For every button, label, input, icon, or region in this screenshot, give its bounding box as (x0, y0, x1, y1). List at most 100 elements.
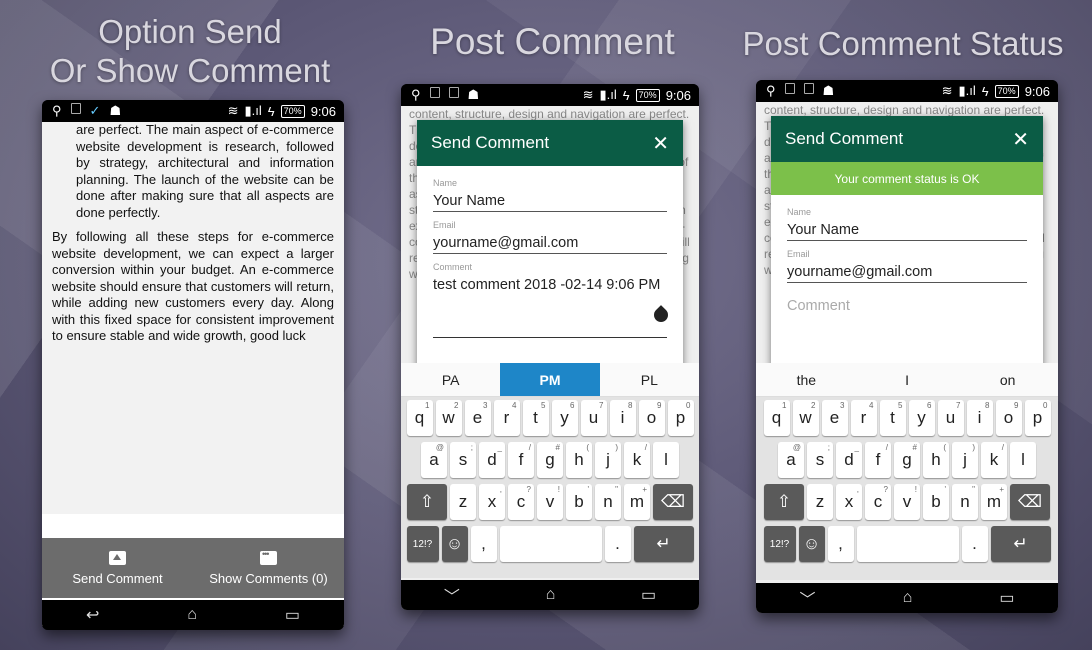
recent-apps-icon[interactable]: ▭ (285, 605, 300, 625)
key-r[interactable]: 4r (850, 400, 877, 436)
key-d[interactable]: _ d (479, 442, 505, 478)
enter-key[interactable]: ↵ (990, 526, 1051, 562)
key-t[interactable]: 5t (879, 400, 906, 436)
key-x[interactable]: ,x (479, 484, 505, 520)
comment-input[interactable]: Comment (787, 295, 1027, 316)
enter-key[interactable]: ↵ (633, 526, 694, 562)
space-key[interactable] (856, 526, 959, 562)
shift-key[interactable]: ⇧ (764, 484, 804, 520)
key-u[interactable]: 7u (580, 400, 607, 436)
key-w[interactable]: 2w (792, 400, 819, 436)
key-e[interactable]: 3e (464, 400, 491, 436)
suggestion-item[interactable]: PL (600, 363, 699, 396)
key-a[interactable]: @ a (778, 442, 804, 478)
emoji-key[interactable]: ☺ (441, 526, 468, 562)
key-x[interactable]: ,x (836, 484, 862, 520)
key-n[interactable]: " n (952, 484, 978, 520)
back-icon[interactable]: ↩ (86, 605, 99, 625)
home-icon[interactable]: ⌂ (903, 589, 913, 607)
key-j[interactable]: ) j (952, 442, 978, 478)
close-icon[interactable]: ✕ (652, 131, 669, 156)
backspace-key[interactable]: ⌫ (653, 484, 693, 520)
recent-apps-icon[interactable]: ▭ (999, 588, 1014, 608)
suggestion-item[interactable]: PA (401, 363, 500, 396)
key-g[interactable]: # g (894, 442, 920, 478)
shift-key[interactable]: ⇧ (407, 484, 447, 520)
symbols-key[interactable]: 12!? (763, 526, 796, 562)
email-field[interactable]: Email yourname@gmail.com (417, 220, 683, 254)
name-input[interactable]: Your Name (787, 219, 1027, 241)
key-o[interactable]: 9o (995, 400, 1022, 436)
suggestion-item-selected[interactable]: PM (500, 363, 600, 396)
send-comment-button[interactable]: Send Comment (42, 538, 193, 598)
symbols-key[interactable]: 12!? (406, 526, 439, 562)
backspace-key[interactable]: ⌫ (1010, 484, 1050, 520)
key-a[interactable]: @ a (421, 442, 447, 478)
close-icon[interactable]: ✕ (1012, 127, 1029, 152)
key-f[interactable]: / f (508, 442, 534, 478)
emoji-key[interactable]: ☺ (798, 526, 825, 562)
comment-field[interactable]: Comment test comment 2018 -02-14 9:06 PM (417, 262, 683, 338)
key-i[interactable]: 8i (609, 400, 636, 436)
comment-field[interactable]: Comment (771, 295, 1043, 316)
back-icon[interactable]: ﹀ (800, 586, 816, 610)
email-input[interactable]: yourname@gmail.com (433, 232, 667, 254)
key-e[interactable]: 3e (821, 400, 848, 436)
key-p[interactable]: 0p (1024, 400, 1051, 436)
suggestion-item[interactable]: the (756, 363, 857, 396)
period-key[interactable]: . (961, 526, 988, 562)
key-b[interactable]: ' b (923, 484, 949, 520)
key-h[interactable]: (h (923, 442, 949, 478)
name-input[interactable]: Your Name (433, 190, 667, 212)
key-v[interactable]: ! v (894, 484, 920, 520)
name-field[interactable]: Name Your Name (417, 178, 683, 212)
back-icon[interactable]: ﹀ (444, 583, 460, 607)
key-v[interactable]: ! v (537, 484, 563, 520)
key-s[interactable]: ; s (807, 442, 833, 478)
key-y[interactable]: 6y (551, 400, 578, 436)
key-z[interactable]: z (450, 484, 476, 520)
key-o[interactable]: 9o (638, 400, 665, 436)
key-j[interactable]: ) j (595, 442, 621, 478)
key-w[interactable]: 2w (435, 400, 462, 436)
key-f[interactable]: / f (865, 442, 891, 478)
period-key[interactable]: . (604, 526, 631, 562)
key-n[interactable]: " n (595, 484, 621, 520)
comma-key[interactable]: , (827, 526, 854, 562)
home-icon[interactable]: ⌂ (187, 606, 197, 624)
comma-key[interactable]: , (470, 526, 497, 562)
key-i[interactable]: 8i (966, 400, 993, 436)
key-c[interactable]: ? c (865, 484, 891, 520)
key-y[interactable]: 6y (908, 400, 935, 436)
key-m[interactable]: + m (981, 484, 1007, 520)
space-key[interactable] (499, 526, 602, 562)
email-input[interactable]: yourname@gmail.com (787, 261, 1027, 283)
key-l[interactable]: l (1010, 442, 1036, 478)
key-b[interactable]: ' b (566, 484, 592, 520)
key-z[interactable]: z (807, 484, 833, 520)
key-k[interactable]: / k (624, 442, 650, 478)
suggestion-item[interactable]: on (957, 363, 1058, 396)
recent-apps-icon[interactable]: ▭ (641, 585, 656, 605)
key-r[interactable]: 4r (493, 400, 520, 436)
suggestion-item[interactable]: I (857, 363, 958, 396)
home-icon[interactable]: ⌂ (546, 586, 556, 604)
key-g[interactable]: # g (537, 442, 563, 478)
key-u[interactable]: 7u (937, 400, 964, 436)
key-q[interactable]: 1q (406, 400, 433, 436)
show-comments-button[interactable]: Show Comments (0) (193, 538, 344, 598)
key-q[interactable]: 1q (763, 400, 790, 436)
key-l[interactable]: l (653, 442, 679, 478)
comment-input[interactable]: test comment 2018 -02-14 9:06 PM (433, 274, 667, 338)
email-field[interactable]: Email yourname@gmail.com (771, 249, 1043, 283)
name-field[interactable]: Name Your Name (771, 207, 1043, 241)
key-m[interactable]: + m (624, 484, 650, 520)
key-c[interactable]: ? c (508, 484, 534, 520)
key-h[interactable]: (h (566, 442, 592, 478)
key-t[interactable]: 5t (522, 400, 549, 436)
key-k[interactable]: / k (981, 442, 1007, 478)
key-p[interactable]: 0p (667, 400, 694, 436)
image-icon (429, 87, 440, 98)
key-s[interactable]: ; s (450, 442, 476, 478)
key-d[interactable]: _ d (836, 442, 862, 478)
